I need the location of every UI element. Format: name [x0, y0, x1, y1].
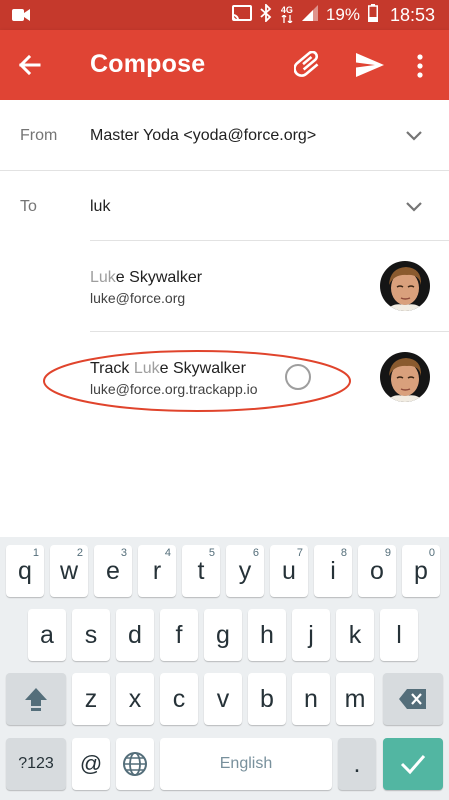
key-i[interactable]: 8i — [314, 545, 352, 597]
bluetooth-icon — [260, 2, 272, 27]
from-account[interactable]: Master Yoda <yoda@force.org> — [90, 127, 316, 145]
key-hint: 6 — [252, 547, 259, 559]
suggestion-name: Luke Skywalker — [90, 269, 202, 287]
avatar — [380, 352, 430, 402]
highlight-annotation — [42, 349, 352, 413]
key-hint: 8 — [340, 547, 347, 559]
key-r[interactable]: 4r — [138, 545, 176, 597]
to-input[interactable]: luk — [90, 198, 110, 216]
enter-key[interactable] — [383, 738, 443, 790]
key-label: e — [106, 557, 120, 585]
to-label: To — [20, 198, 37, 215]
key-q[interactable]: 1q — [6, 545, 44, 597]
key-label: r — [152, 557, 162, 585]
video-camera-icon — [12, 8, 30, 27]
key-o[interactable]: 9o — [358, 545, 396, 597]
key-hint: 9 — [384, 547, 391, 559]
back-arrow-icon[interactable] — [16, 51, 44, 79]
key-label: i — [330, 557, 336, 585]
shift-key[interactable] — [6, 673, 66, 725]
to-row: To luk — [0, 171, 449, 240]
key-label: u — [282, 557, 296, 585]
soft-keyboard: 1q2w3e4r5t6y7u8i9o0p asdfghjkl zxcvbnm ?… — [0, 537, 449, 800]
key-hint: 4 — [164, 547, 171, 559]
from-label: From — [20, 127, 58, 144]
period-key[interactable]: . — [338, 738, 376, 790]
key-hint: 0 — [428, 547, 435, 559]
key-label: q — [18, 557, 32, 585]
chevron-down-icon[interactable] — [402, 123, 426, 147]
suggestion-name-rest: e Skywalker — [115, 269, 203, 286]
attachment-icon[interactable] — [293, 50, 324, 79]
backspace-key[interactable] — [383, 673, 443, 725]
key-t[interactable]: 5t — [182, 545, 220, 597]
at-key[interactable]: @ — [72, 738, 110, 790]
key-f[interactable]: f — [160, 609, 198, 661]
key-n[interactable]: n — [292, 673, 330, 725]
page-title: Compose — [90, 50, 206, 78]
key-s[interactable]: s — [72, 609, 110, 661]
key-j[interactable]: j — [292, 609, 330, 661]
key-hint: 3 — [120, 547, 127, 559]
key-z[interactable]: z — [72, 673, 110, 725]
key-d[interactable]: d — [116, 609, 154, 661]
chevron-down-icon[interactable] — [402, 194, 426, 218]
key-p[interactable]: 0p — [402, 545, 440, 597]
key-v[interactable]: v — [204, 673, 242, 725]
key-label: t — [197, 557, 205, 585]
network-4g-icon: 4G — [280, 4, 294, 25]
key-k[interactable]: k — [336, 609, 374, 661]
key-hint: 2 — [76, 547, 83, 559]
key-g[interactable]: g — [204, 609, 242, 661]
key-label: p — [414, 557, 428, 585]
key-l[interactable]: l — [380, 609, 418, 661]
cast-icon — [231, 4, 252, 26]
key-label: w — [59, 557, 79, 585]
avatar — [380, 261, 430, 311]
clock: 18:53 — [389, 4, 435, 25]
battery-percent: 19% — [325, 5, 360, 24]
key-label: o — [370, 557, 384, 585]
app-bar: Compose — [0, 30, 449, 100]
key-y[interactable]: 6y — [226, 545, 264, 597]
key-c[interactable]: c — [160, 673, 198, 725]
suggestion-name-match: Luk — [90, 269, 116, 286]
more-vert-icon[interactable] — [410, 52, 430, 80]
network-type-label: 4G — [280, 4, 293, 15]
key-label: y — [238, 557, 252, 585]
globe-icon[interactable] — [116, 738, 154, 790]
key-w[interactable]: 2w — [50, 545, 88, 597]
symbols-key[interactable]: ?123 — [6, 738, 66, 790]
status-bar: 4G 19% 18:53 — [0, 0, 449, 30]
from-row: From Master Yoda <yoda@force.org> — [0, 100, 449, 170]
key-h[interactable]: h — [248, 609, 286, 661]
space-key[interactable]: English — [160, 738, 332, 790]
key-hint: 5 — [208, 547, 215, 559]
signal-strength-icon — [301, 4, 318, 26]
key-hint: 1 — [32, 547, 39, 559]
key-x[interactable]: x — [116, 673, 154, 725]
key-e[interactable]: 3e — [94, 545, 132, 597]
contact-suggestion[interactable]: Luke Skywalker luke@force.org — [0, 241, 449, 331]
send-icon[interactable] — [355, 52, 385, 78]
suggestion-email: luke@force.org — [90, 290, 186, 306]
key-u[interactable]: 7u — [270, 545, 308, 597]
battery-icon — [367, 3, 378, 27]
key-b[interactable]: b — [248, 673, 286, 725]
key-a[interactable]: a — [28, 609, 66, 661]
key-hint: 7 — [296, 547, 303, 559]
key-m[interactable]: m — [336, 673, 374, 725]
